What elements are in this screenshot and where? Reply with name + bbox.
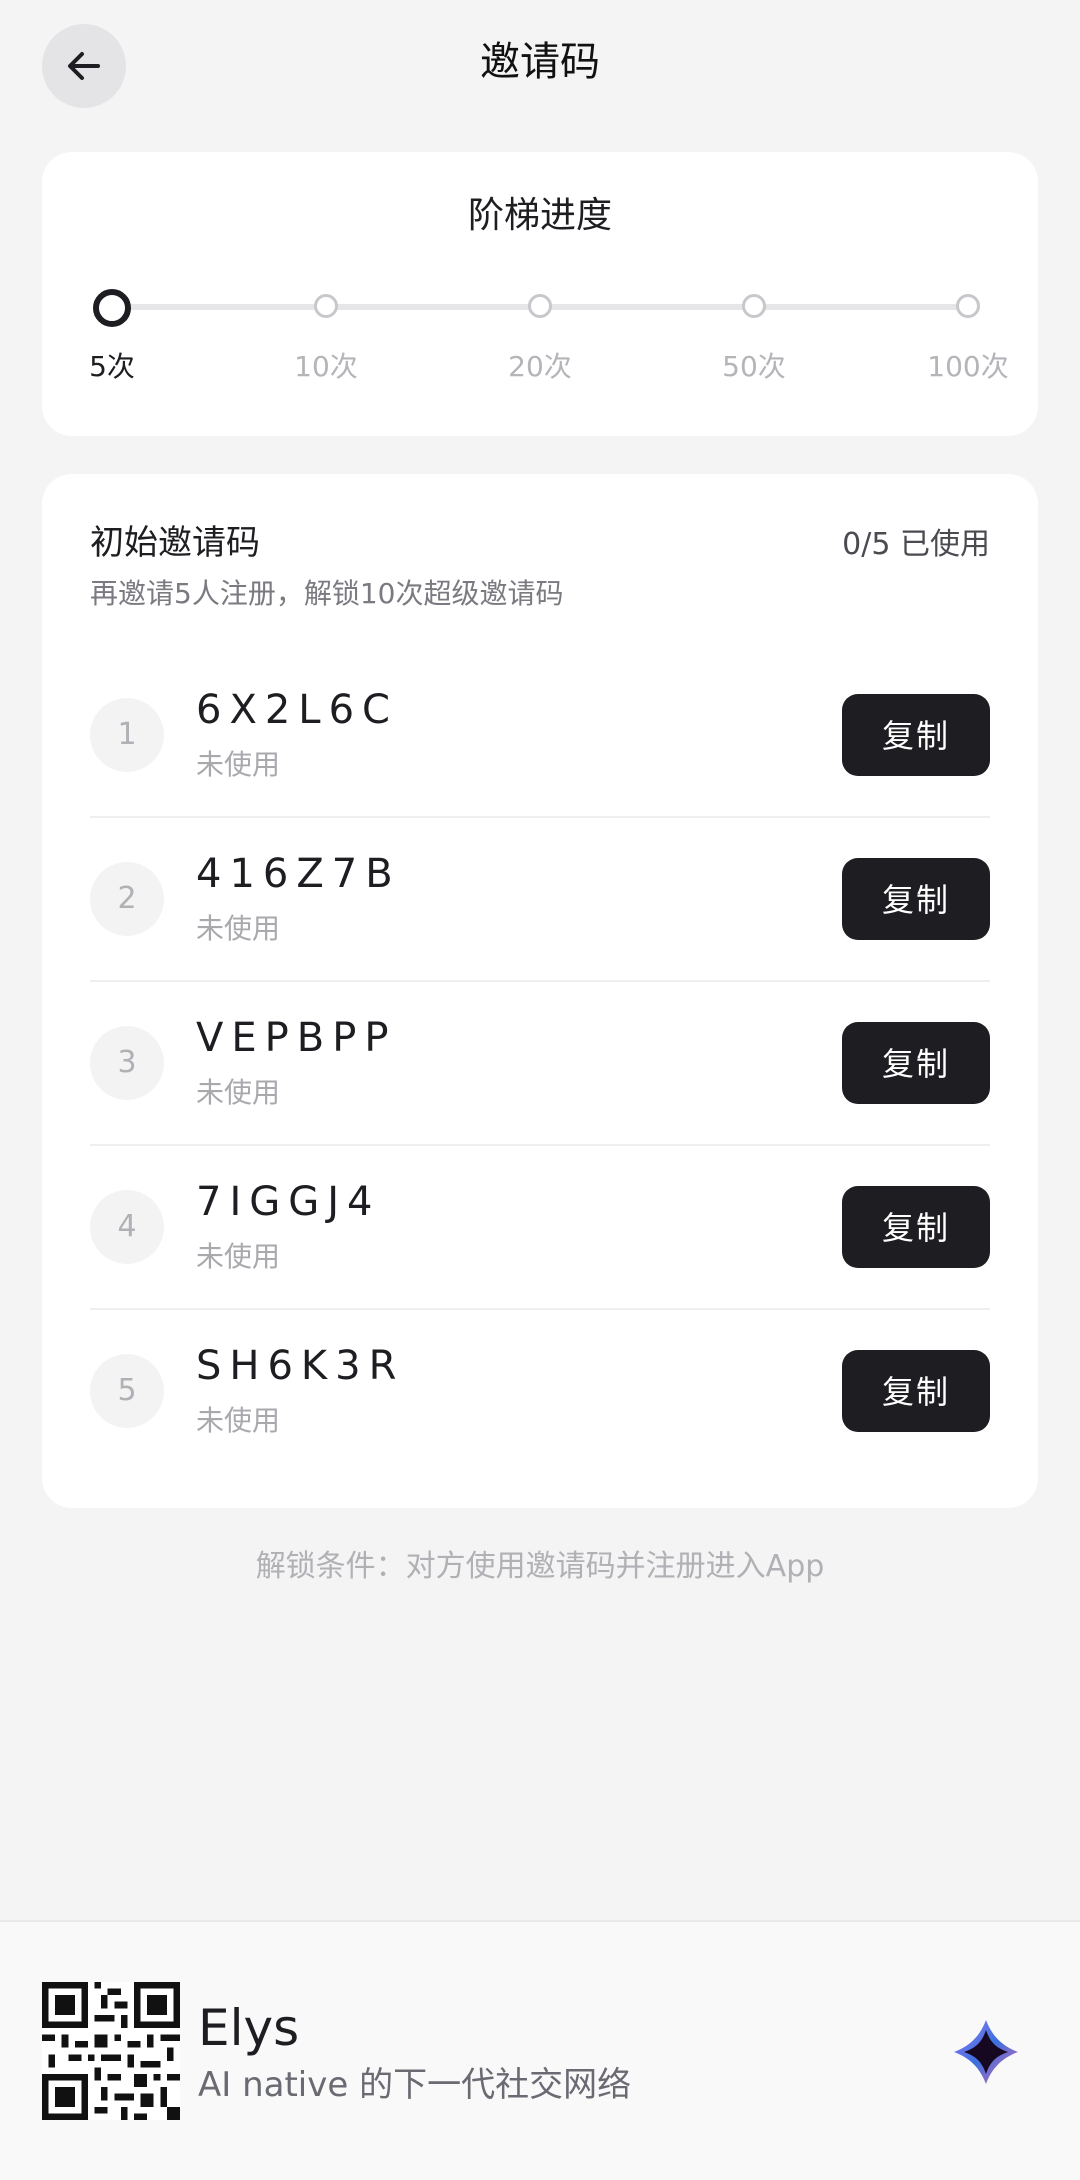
qr-code-icon — [42, 1982, 180, 2120]
code-row: 1 6X2L6C 未使用 复制 — [90, 654, 990, 818]
copy-button[interactable]: 复制 — [842, 694, 990, 776]
code-status: 未使用 — [196, 1240, 281, 1273]
step-dot-1 — [93, 289, 131, 327]
step-label-3: 20次 — [508, 350, 572, 383]
code-status: 未使用 — [196, 1404, 281, 1437]
row-index-badge: 1 — [90, 698, 164, 772]
invite-code: SH6K3R — [196, 1343, 405, 1389]
step-dot-3 — [528, 294, 552, 318]
codes-subtitle: 再邀请5人注册，解锁10次超级邀请码 — [90, 577, 564, 610]
invite-code: VEPBPP — [196, 1015, 397, 1061]
code-row: 4 7IGGJ4 未使用 复制 — [90, 1146, 990, 1310]
step-dot-4 — [742, 294, 766, 318]
row-index-badge: 4 — [90, 1190, 164, 1264]
code-row: 3 VEPBPP 未使用 复制 — [90, 982, 990, 1146]
tier-progress-card: 阶梯进度 5次 10次 20次 50次 100次 — [42, 152, 1038, 436]
row-index-badge: 2 — [90, 862, 164, 936]
step-label-1: 5次 — [89, 350, 135, 383]
page-title: 邀请码 — [480, 39, 600, 85]
code-row: 5 SH6K3R 未使用 复制 — [90, 1310, 990, 1472]
usage-count: 0/5 已使用 — [842, 527, 990, 562]
tier-progress-title: 阶梯进度 — [467, 195, 612, 236]
invite-codes-card: 初始邀请码 0/5 已使用 再邀请5人注册，解锁10次超级邀请码 1 6X2L6… — [42, 474, 1038, 1508]
step-dot-5 — [956, 294, 980, 318]
code-list: 1 6X2L6C 未使用 复制 2 416Z7B 未使用 复制 3 VEPBPP… — [90, 654, 990, 1472]
elys-logo-icon — [954, 2020, 1018, 2084]
step-label-4: 50次 — [722, 350, 786, 383]
row-index-badge: 5 — [90, 1354, 164, 1428]
copy-button[interactable]: 复制 — [842, 1186, 990, 1268]
code-status: 未使用 — [196, 748, 281, 781]
codes-title: 初始邀请码 — [90, 523, 260, 563]
brand-tagline: AI native 的下一代社交网络 — [198, 2065, 632, 2105]
invite-code: 7IGGJ4 — [196, 1179, 381, 1225]
unlock-condition-note: 解锁条件：对方使用邀请码并注册进入App — [255, 1549, 825, 1584]
copy-button[interactable]: 复制 — [842, 1350, 990, 1432]
brand-name: Elys — [198, 1999, 300, 2057]
step-label-2: 10次 — [294, 350, 358, 383]
copy-button[interactable]: 复制 — [842, 858, 990, 940]
code-status: 未使用 — [196, 1076, 281, 1109]
code-row: 2 416Z7B 未使用 复制 — [90, 818, 990, 982]
invite-code: 416Z7B — [196, 851, 401, 897]
step-label-5: 100次 — [927, 350, 1009, 383]
code-status: 未使用 — [196, 912, 281, 945]
row-index-badge: 3 — [90, 1026, 164, 1100]
invite-code: 6X2L6C — [196, 687, 398, 733]
app-promo-footer: Elys AI native 的下一代社交网络 — [0, 1920, 1080, 2180]
step-dot-2 — [314, 294, 338, 318]
copy-button[interactable]: 复制 — [842, 1022, 990, 1104]
